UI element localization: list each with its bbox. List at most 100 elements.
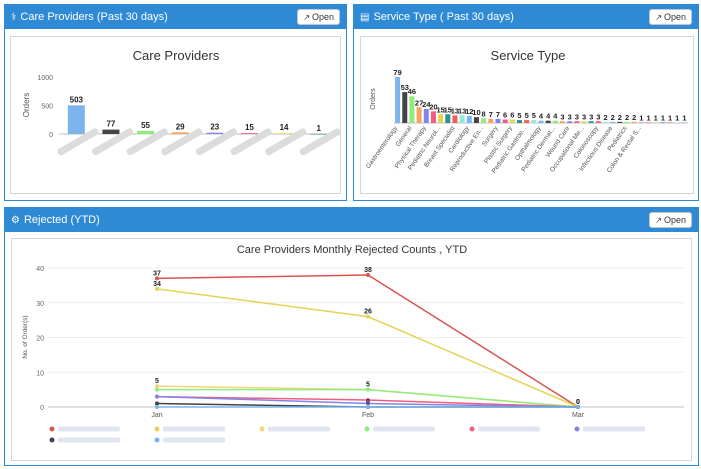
data-label: 1: [668, 113, 672, 122]
bar: [502, 119, 508, 123]
bar: [574, 121, 580, 123]
data-label: 46: [408, 87, 416, 96]
series-point: [576, 405, 580, 409]
bar: [567, 121, 573, 123]
service-type-title: Service Type ( Past 30 days): [373, 11, 514, 23]
rejected-header: ⚙ Rejected (YTD): [5, 208, 698, 232]
blurred-legend-label: [268, 426, 330, 432]
x-tick-label: Jan: [151, 412, 162, 419]
open-label: Open: [311, 12, 334, 22]
data-label: 503: [70, 95, 84, 104]
data-label: 1: [639, 113, 643, 122]
bar: [667, 122, 673, 124]
bar: [560, 121, 566, 123]
data-label: 3: [589, 112, 593, 121]
legend-marker: [49, 426, 55, 432]
legend-marker: [364, 426, 370, 432]
bar: [395, 77, 401, 123]
bar: [137, 130, 155, 134]
y-tick-label: 20: [36, 336, 44, 343]
data-label: 0: [576, 399, 580, 406]
series-point: [366, 405, 370, 409]
bar: [603, 121, 609, 123]
data-label: 2: [611, 113, 615, 122]
bar: [588, 121, 594, 123]
bar: [681, 122, 687, 124]
open-label: Open: [663, 215, 686, 225]
chart-title: Care Providers: [133, 48, 220, 63]
y-tick-label: 40: [36, 266, 44, 273]
data-label: 4: [553, 112, 558, 121]
bar: [646, 122, 652, 124]
data-label: 23: [210, 123, 219, 132]
data-label: 2: [632, 113, 636, 122]
service-type-chart-box: Service Type Orders 79 53 46 27 24 20 15 15 13 13 12…: [360, 36, 694, 194]
bar: [310, 133, 328, 135]
data-label: 37: [153, 270, 161, 277]
legend-marker: [259, 426, 265, 432]
y-axis-label: No. of Order(s): [22, 315, 29, 358]
bar: [206, 132, 224, 134]
bar: [67, 105, 85, 134]
bar: [552, 120, 558, 123]
x-tick-label: Mar: [572, 412, 585, 419]
service-type-chart: Service TypeOrders7953462724201515131312…: [365, 48, 688, 175]
data-label: 1: [316, 124, 321, 133]
data-label: 2: [603, 113, 607, 122]
data-label: 38: [364, 267, 372, 274]
care-providers-open-button[interactable]: ↗ Open: [297, 9, 340, 25]
bar: [481, 118, 487, 123]
bar: [240, 133, 258, 134]
care-providers-header: ⚕ Care Providers (Past 30 days): [5, 5, 346, 29]
bar: [466, 116, 472, 123]
data-label: 3: [575, 112, 579, 121]
data-label: 3: [568, 112, 572, 121]
bar: [638, 122, 644, 124]
blurred-legend-label: [478, 426, 540, 432]
x-tick-label: Feb: [362, 412, 374, 419]
data-label: 3: [596, 112, 600, 121]
bar: [631, 121, 637, 123]
open-label: Open: [663, 12, 686, 22]
bar: [524, 120, 530, 123]
data-label: 29: [176, 122, 185, 131]
data-label: 5: [366, 382, 370, 389]
bar: [275, 133, 293, 134]
data-label: 4: [539, 112, 544, 121]
y-tick-label: 10: [36, 370, 44, 377]
rejected-open-button[interactable]: ↗ Open: [649, 212, 692, 228]
bar: [674, 122, 680, 124]
y-tick-label: 1000: [37, 75, 53, 82]
data-label: 1: [682, 113, 686, 122]
data-label: 0: [366, 399, 370, 406]
data-label: 77: [106, 120, 115, 129]
service-type-header: ▤ Service Type ( Past 30 days): [354, 5, 698, 29]
bar: [102, 129, 120, 134]
data-label: 7: [496, 110, 500, 119]
service-type-panel: ▤ Service Type ( Past 30 days) ↗ Open Se…: [353, 4, 699, 201]
service-type-open-button[interactable]: ↗ Open: [649, 9, 692, 25]
care-providers-chart: Care Providers Orders 0 500 1000 503 77 55 29 23 1…: [22, 48, 341, 156]
data-label: 5: [525, 111, 529, 120]
y-tick-label: 0: [49, 132, 53, 139]
blurred-legend-label: [163, 437, 225, 443]
chart-title: Service Type: [491, 48, 566, 63]
data-label: 14: [280, 123, 289, 132]
y-tick-label: 500: [41, 104, 53, 111]
data-label: 10: [472, 108, 480, 117]
bar: [452, 115, 458, 123]
data-label: 4: [546, 112, 551, 121]
blurred-legend-label: [163, 426, 225, 432]
data-label: 6: [510, 111, 514, 120]
series-point: [155, 405, 159, 409]
rejected-chart-box: Care Providers Monthly Rejected Counts ,…: [11, 238, 692, 461]
bar: [459, 115, 465, 123]
bar: [660, 122, 666, 124]
bar: [624, 121, 630, 123]
blurred-legend-label: [373, 426, 435, 432]
bar: [473, 117, 479, 123]
rejected-title: Rejected (YTD): [23, 214, 100, 226]
bar: [538, 120, 544, 123]
data-label: 5: [532, 111, 536, 120]
series-point: [155, 401, 159, 406]
